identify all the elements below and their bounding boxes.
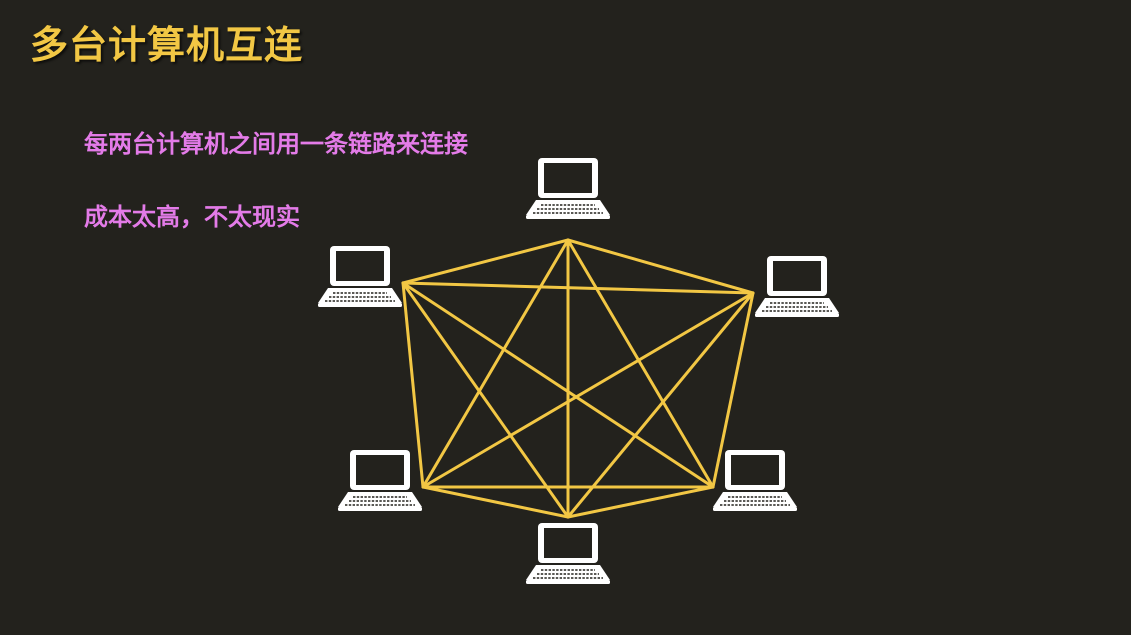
link-line	[566, 238, 715, 489]
link-line	[401, 281, 570, 519]
full-mesh-diagram	[317, 157, 840, 585]
slide: 多台计算机互连 每两台计算机之间用一条链路来连接 成本太高，不太现实	[0, 0, 1131, 635]
laptop-icon	[525, 157, 611, 220]
mesh-links	[401, 238, 755, 519]
laptop-icon	[754, 255, 840, 318]
laptop-icon	[712, 449, 798, 512]
computer-nodes	[317, 157, 840, 585]
link-line	[421, 485, 570, 519]
laptop-icon	[337, 449, 423, 512]
laptop-icon	[525, 522, 611, 585]
link-line	[401, 281, 715, 489]
link-line	[421, 238, 570, 489]
laptop-icon	[317, 245, 403, 308]
link-line	[401, 281, 755, 295]
link-line	[401, 238, 570, 285]
link-line	[421, 291, 755, 489]
